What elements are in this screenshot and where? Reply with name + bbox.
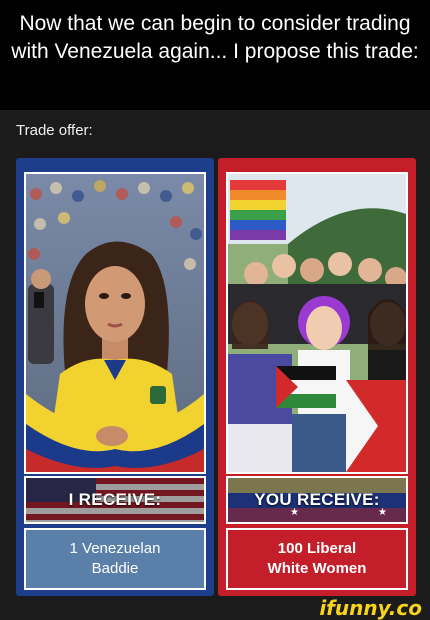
- trade-offer-meme: Trade offer: I RECEIVE: 1 Venezuelan Bad…: [0, 110, 430, 600]
- right-caption-line2: White Women: [267, 560, 367, 577]
- stadium-portrait-image: [26, 174, 204, 472]
- ifunny-watermark: ifunny.co: [319, 596, 422, 620]
- header: Now that we can begin to consider tradin…: [0, 0, 430, 110]
- right-panel: ★ ★ YOU RECEIVE: 100 Liberal White Women: [218, 158, 416, 596]
- left-panel: I RECEIVE: 1 Venezuelan Baddie: [16, 158, 214, 596]
- left-caption: 1 Venezuelan Baddie: [24, 528, 206, 590]
- post-title: Now that we can begin to consider tradin…: [11, 12, 419, 63]
- left-caption-line1: 1 Venezuelan: [69, 540, 161, 557]
- palestine-flag-icon: [276, 366, 336, 408]
- right-caption: 100 Liberal White Women: [226, 528, 408, 590]
- right-caption-line1: 100 Liberal: [277, 540, 357, 557]
- venezuelan-woman-photo: [24, 172, 206, 474]
- protest-crowd-image: [228, 174, 406, 472]
- crowd-photo: [226, 172, 408, 474]
- i-receive-label: I RECEIVE:: [68, 490, 162, 509]
- you-receive-label: YOU RECEIVE:: [254, 490, 380, 509]
- pride-flag-icon: [230, 180, 286, 240]
- you-receive-banner: ★ ★ YOU RECEIVE:: [226, 476, 408, 524]
- left-caption-line2: Baddie: [91, 560, 139, 577]
- trade-offer-label: Trade offer:: [16, 122, 93, 139]
- i-receive-banner: I RECEIVE:: [24, 476, 206, 524]
